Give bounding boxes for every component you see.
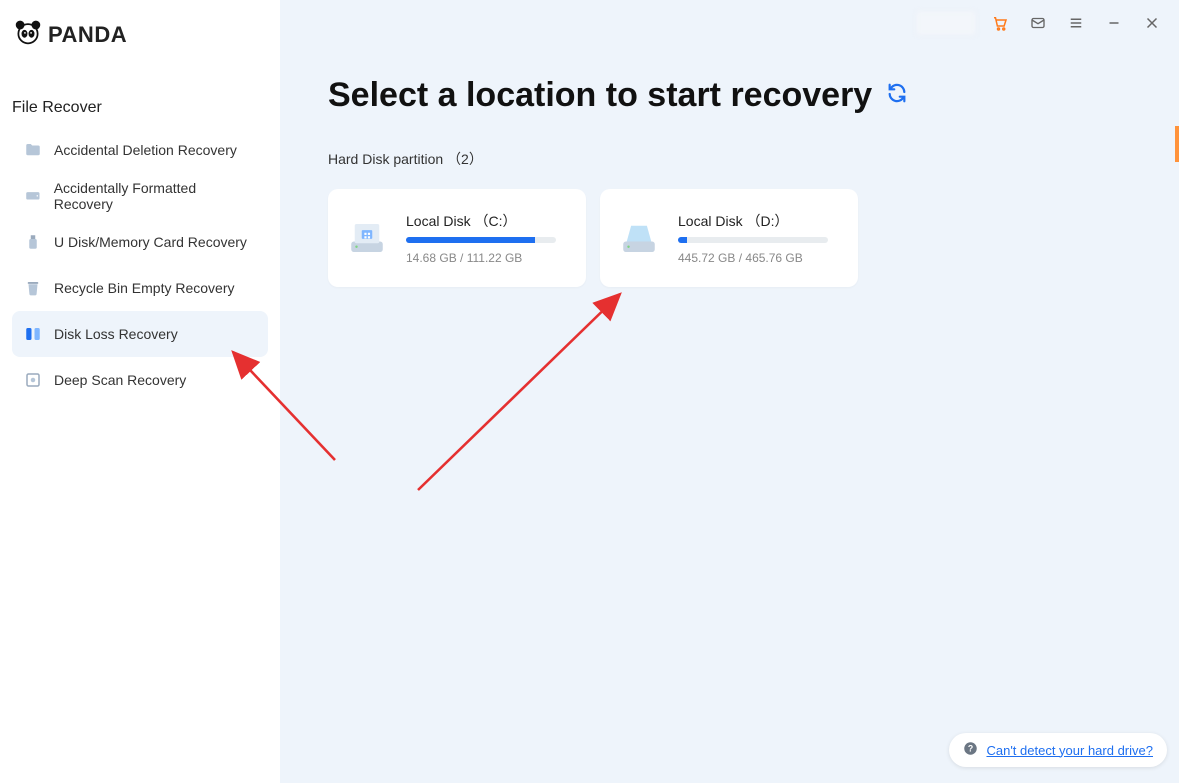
section-label: Hard Disk partition （2） (328, 149, 1131, 169)
disk-capacity: 445.72 GB / 465.76 GB (678, 251, 840, 265)
sidebar-item-label: Accidental Deletion Recovery (54, 142, 237, 158)
sidebar-item-accidental-deletion[interactable]: Accidental Deletion Recovery (12, 127, 268, 173)
disk-name: Local Disk （C:） (406, 211, 568, 231)
help-pill[interactable]: ? Can't detect your hard drive? (949, 733, 1167, 767)
disk-usage-fill (406, 237, 535, 243)
mail-icon[interactable] (1019, 4, 1057, 42)
main-panel: Select a location to start recovery Hard… (280, 46, 1179, 783)
help-link[interactable]: Can't detect your hard drive? (986, 743, 1153, 758)
minimize-icon[interactable] (1095, 4, 1133, 42)
close-icon[interactable] (1133, 4, 1171, 42)
page-title-row: Select a location to start recovery (328, 76, 1131, 115)
disk-usage-fill (678, 237, 687, 243)
brand-name: PANDA (48, 22, 127, 48)
disk-list: Local Disk （C:） 14.68 GB / 111.22 GB Loc… (328, 189, 1131, 287)
user-badge[interactable] (915, 10, 977, 36)
system-disk-icon (346, 217, 388, 259)
disk-info: Local Disk （D:） 445.72 GB / 465.76 GB (678, 211, 840, 265)
folder-icon (24, 141, 42, 159)
partition-icon (24, 325, 42, 343)
brand-logo: PANDA (0, 12, 280, 59)
trash-icon (24, 279, 42, 297)
disk-usage-bar (678, 237, 828, 243)
sidebar-item-label: Accidentally Formatted Recovery (54, 180, 256, 212)
edge-marker (1175, 126, 1179, 162)
sidebar-nav: Accidental Deletion Recovery Accidentall… (0, 127, 280, 403)
sidebar-item-recycle-bin[interactable]: Recycle Bin Empty Recovery (12, 265, 268, 311)
scan-icon (24, 371, 42, 389)
sidebar: PANDA File Recover Accidental Deletion R… (0, 0, 280, 783)
sidebar-item-label: U Disk/Memory Card Recovery (54, 234, 247, 250)
question-icon: ? (963, 741, 978, 759)
sidebar-item-label: Disk Loss Recovery (54, 326, 178, 342)
menu-icon[interactable] (1057, 4, 1095, 42)
usb-icon (24, 233, 42, 251)
sidebar-title: File Recover (0, 59, 280, 127)
data-disk-icon (618, 217, 660, 259)
disk-card-d[interactable]: Local Disk （D:） 445.72 GB / 465.76 GB (600, 189, 858, 287)
sidebar-item-disk-loss[interactable]: Disk Loss Recovery (12, 311, 268, 357)
panda-icon (14, 18, 42, 51)
drive-icon (24, 187, 42, 205)
disk-usage-bar (406, 237, 556, 243)
sidebar-item-label: Deep Scan Recovery (54, 372, 186, 388)
page-title: Select a location to start recovery (328, 76, 872, 115)
disk-info: Local Disk （C:） 14.68 GB / 111.22 GB (406, 211, 568, 265)
sidebar-item-usb[interactable]: U Disk/Memory Card Recovery (12, 219, 268, 265)
disk-name: Local Disk （D:） (678, 211, 840, 231)
cart-icon[interactable] (981, 4, 1019, 42)
svg-text:?: ? (968, 744, 973, 754)
disk-capacity: 14.68 GB / 111.22 GB (406, 251, 568, 265)
titlebar (280, 0, 1179, 46)
disk-card-c[interactable]: Local Disk （C:） 14.68 GB / 111.22 GB (328, 189, 586, 287)
sidebar-item-label: Recycle Bin Empty Recovery (54, 280, 235, 296)
sidebar-item-deep-scan[interactable]: Deep Scan Recovery (12, 357, 268, 403)
refresh-icon[interactable] (886, 82, 908, 109)
sidebar-item-formatted[interactable]: Accidentally Formatted Recovery (12, 173, 268, 219)
